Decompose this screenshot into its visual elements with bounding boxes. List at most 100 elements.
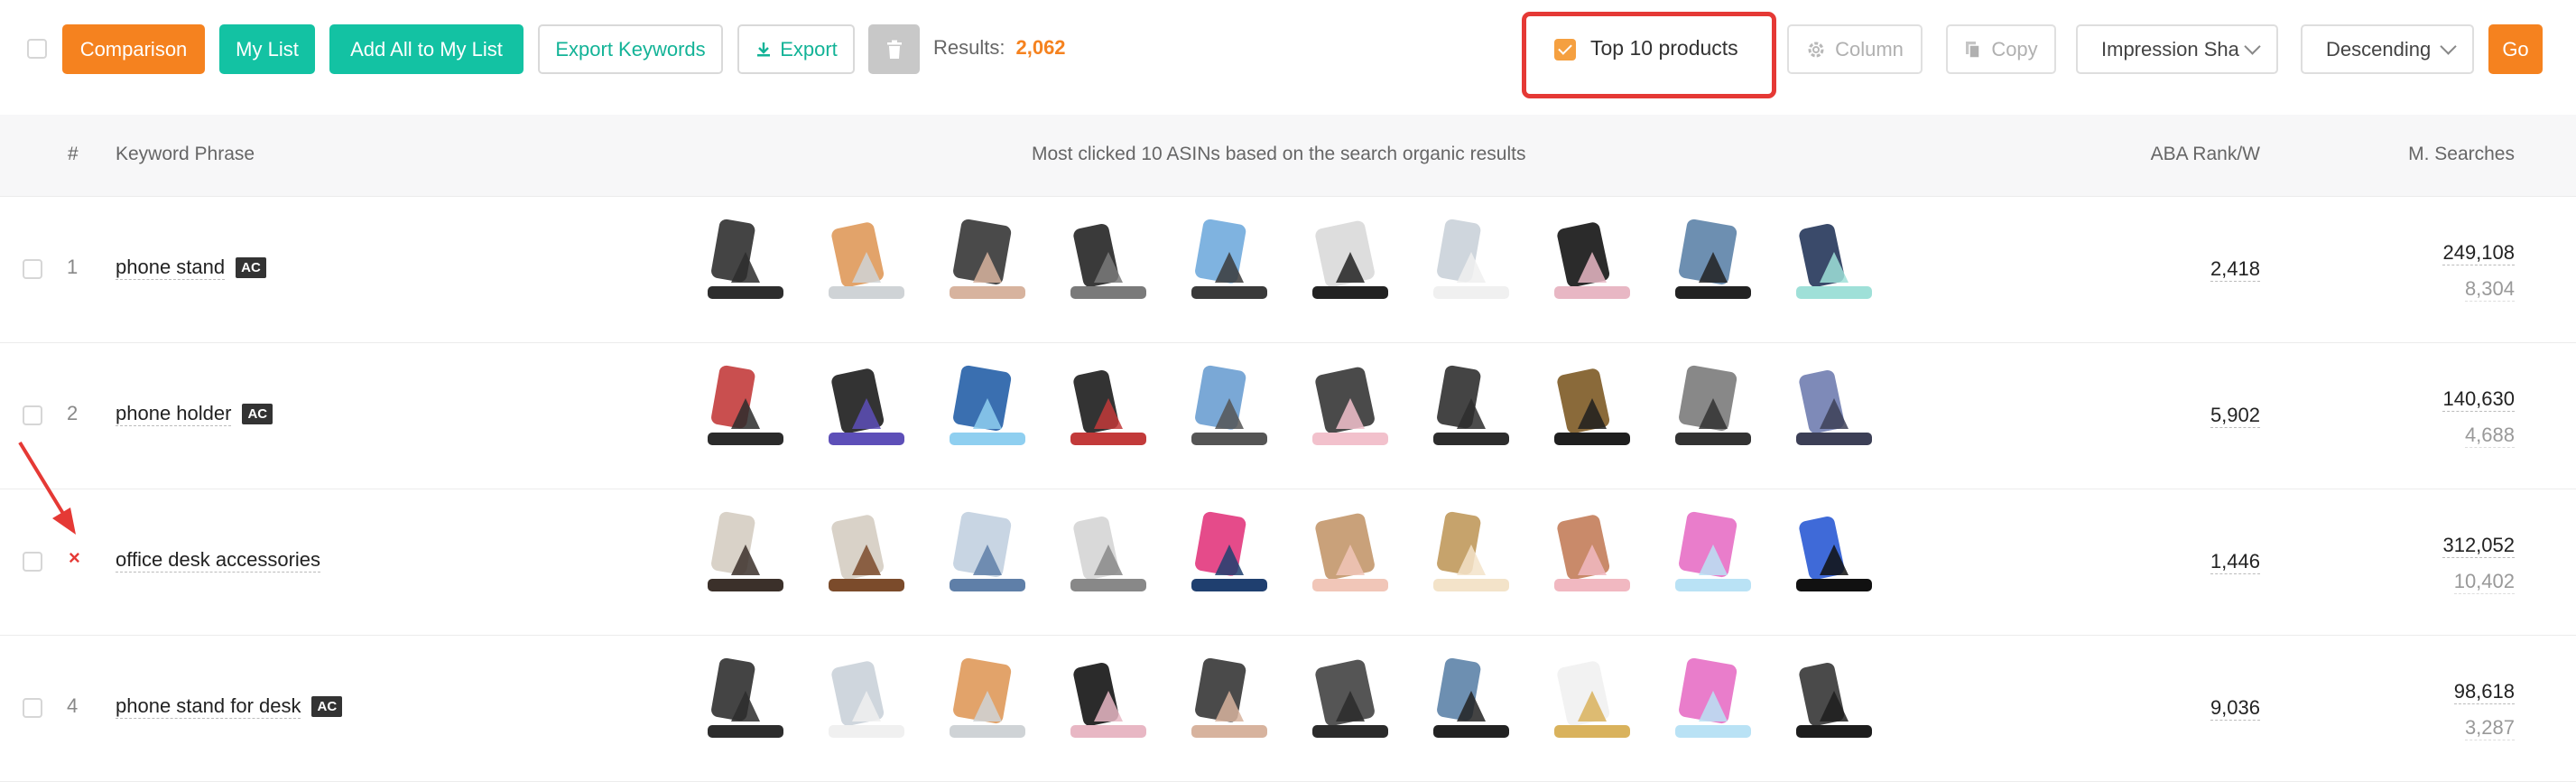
product-thumbnail[interactable] bbox=[816, 358, 917, 461]
product-thumbnail[interactable] bbox=[1663, 358, 1764, 461]
keyword-cell[interactable]: phone holder AC bbox=[116, 402, 273, 426]
product-thumbnail[interactable] bbox=[695, 651, 796, 754]
product-thumbnail[interactable] bbox=[1784, 212, 1885, 315]
product-thumbnail[interactable] bbox=[1421, 358, 1522, 461]
table-row[interactable]: × office desk accessories 1,446 312,052 … bbox=[0, 489, 2576, 636]
aba-rank-value: 5,902 bbox=[2210, 404, 2260, 428]
go-button[interactable]: Go bbox=[2488, 24, 2543, 74]
add-all-to-my-list-button[interactable]: Add All to My List bbox=[329, 24, 524, 74]
stand-black-image-icon bbox=[1433, 365, 1509, 445]
product-thumbnail[interactable] bbox=[1784, 651, 1885, 754]
product-thumbnail[interactable] bbox=[1179, 358, 1280, 461]
top10-label[interactable]: Top 10 products bbox=[1590, 36, 1738, 61]
stand-gold-image-icon bbox=[1554, 661, 1630, 738]
product-thumbnail[interactable] bbox=[1179, 651, 1280, 754]
sort-field-value: Impression Sha bbox=[2101, 37, 2239, 61]
row-checkbox[interactable] bbox=[23, 698, 42, 718]
product-thumbnail[interactable] bbox=[1542, 651, 1643, 754]
product-thumbnail[interactable] bbox=[695, 212, 796, 315]
product-thumbnail[interactable] bbox=[1663, 651, 1764, 754]
download-icon bbox=[757, 42, 771, 56]
row-checkbox[interactable] bbox=[23, 552, 42, 572]
keyword-cell[interactable]: phone stand AC bbox=[116, 256, 266, 280]
keyword-text[interactable]: office desk accessories bbox=[116, 548, 321, 573]
product-thumbnail[interactable] bbox=[1058, 651, 1159, 754]
export-keywords-button[interactable]: Export Keywords bbox=[538, 24, 723, 74]
product-thumbnail[interactable] bbox=[816, 212, 917, 315]
table-row[interactable]: 4 phone stand for desk AC 9,036 98,618 3… bbox=[0, 635, 2576, 782]
sort-field-select[interactable]: Impression Sha bbox=[2076, 24, 2278, 74]
ac-badge: AC bbox=[236, 257, 266, 278]
row-checkbox[interactable] bbox=[23, 259, 42, 279]
product-thumbnail[interactable] bbox=[1058, 358, 1159, 461]
pink-organizer-image-icon bbox=[1554, 515, 1630, 591]
stand-rose-image-icon bbox=[950, 219, 1025, 299]
keyword-text[interactable]: phone stand for desk bbox=[116, 694, 301, 719]
product-thumbnail[interactable] bbox=[1300, 212, 1401, 315]
product-thumbnail[interactable] bbox=[1421, 651, 1522, 754]
table-row[interactable]: 2 phone holder AC 5,902 140,630 4,688 bbox=[0, 342, 2576, 489]
keyword-cell[interactable]: office desk accessories bbox=[116, 548, 321, 573]
product-thumbnail[interactable] bbox=[1300, 651, 1401, 754]
tablet-stand-image-icon bbox=[1433, 657, 1509, 738]
chevron-down-icon bbox=[2244, 38, 2261, 55]
weekly-searches-value: 10,402 bbox=[2453, 570, 2515, 594]
product-thumbnail[interactable] bbox=[1058, 212, 1159, 315]
delete-button[interactable] bbox=[868, 24, 920, 74]
product-thumbnail[interactable] bbox=[816, 651, 917, 754]
product-thumbnail[interactable] bbox=[1542, 212, 1643, 315]
stand-pink-image-icon bbox=[1554, 222, 1630, 299]
product-thumbnail[interactable] bbox=[1058, 505, 1159, 608]
product-thumbnail[interactable] bbox=[1179, 212, 1280, 315]
aba-rank-value: 2,418 bbox=[2210, 257, 2260, 282]
top10-checkbox[interactable] bbox=[1554, 39, 1576, 61]
keyword-cell[interactable]: phone stand for desk AC bbox=[116, 694, 343, 719]
product-thumbnail[interactable] bbox=[1542, 358, 1643, 461]
vent-magnet-image-icon bbox=[829, 368, 904, 445]
product-thumbnail[interactable] bbox=[1300, 358, 1401, 461]
header-rank[interactable]: ABA Rank/W bbox=[2151, 144, 2260, 165]
remove-mark-icon[interactable]: × bbox=[69, 546, 80, 570]
export-button[interactable]: Export bbox=[737, 24, 855, 74]
product-thumbnail[interactable] bbox=[1542, 505, 1643, 608]
caddy-dark-image-icon bbox=[708, 511, 783, 591]
comparison-button[interactable]: Comparison bbox=[62, 24, 205, 74]
product-thumbnail[interactable] bbox=[1300, 505, 1401, 608]
monitor-riser-image-icon bbox=[1070, 516, 1146, 591]
product-thumbnail[interactable] bbox=[937, 651, 1038, 754]
header-searches[interactable]: M. Searches bbox=[2408, 144, 2515, 165]
product-thumbnail[interactable] bbox=[695, 505, 796, 608]
stand-pink-image-icon bbox=[1070, 662, 1146, 738]
results-summary: Results: 2,062 bbox=[933, 36, 1066, 60]
product-thumbnail[interactable] bbox=[1784, 358, 1885, 461]
my-list-button[interactable]: My List bbox=[219, 24, 315, 74]
product-thumbnail[interactable] bbox=[937, 212, 1038, 315]
weekly-searches-value: 8,304 bbox=[2464, 277, 2515, 302]
stand-dark-image-icon bbox=[1312, 659, 1388, 738]
row-checkbox[interactable] bbox=[23, 405, 42, 425]
select-all-checkbox[interactable] bbox=[27, 39, 47, 59]
clip-blue-image-icon bbox=[950, 365, 1025, 445]
column-button[interactable]: Column bbox=[1787, 24, 1923, 74]
product-thumbnail[interactable] bbox=[1663, 212, 1764, 315]
copy-icon bbox=[1966, 41, 1981, 59]
keyword-text[interactable]: phone stand bbox=[116, 256, 226, 280]
product-thumbnail[interactable] bbox=[1179, 505, 1280, 608]
sort-order-select[interactable]: Descending bbox=[2301, 24, 2474, 74]
product-thumbnail[interactable] bbox=[937, 505, 1038, 608]
product-thumbnail[interactable] bbox=[937, 358, 1038, 461]
product-thumbnail[interactable] bbox=[1421, 505, 1522, 608]
product-thumbnail[interactable] bbox=[695, 358, 796, 461]
row-index: 1 bbox=[67, 256, 79, 278]
product-thumbnail[interactable] bbox=[1784, 505, 1885, 608]
copy-label: Copy bbox=[1991, 37, 2038, 61]
copy-button[interactable]: Copy bbox=[1946, 24, 2056, 74]
table-row[interactable]: 1 phone stand AC 2,418 249,108 8,304 bbox=[0, 196, 2576, 343]
whiteboard-image-icon bbox=[1191, 511, 1267, 591]
product-thumbnail[interactable] bbox=[816, 505, 917, 608]
header-keyword[interactable]: Keyword Phrase bbox=[116, 144, 255, 165]
product-thumbnail[interactable] bbox=[1421, 212, 1522, 315]
gooseneck-image-icon bbox=[1554, 368, 1630, 445]
keyword-text[interactable]: phone holder bbox=[116, 402, 232, 426]
product-thumbnail[interactable] bbox=[1663, 505, 1764, 608]
